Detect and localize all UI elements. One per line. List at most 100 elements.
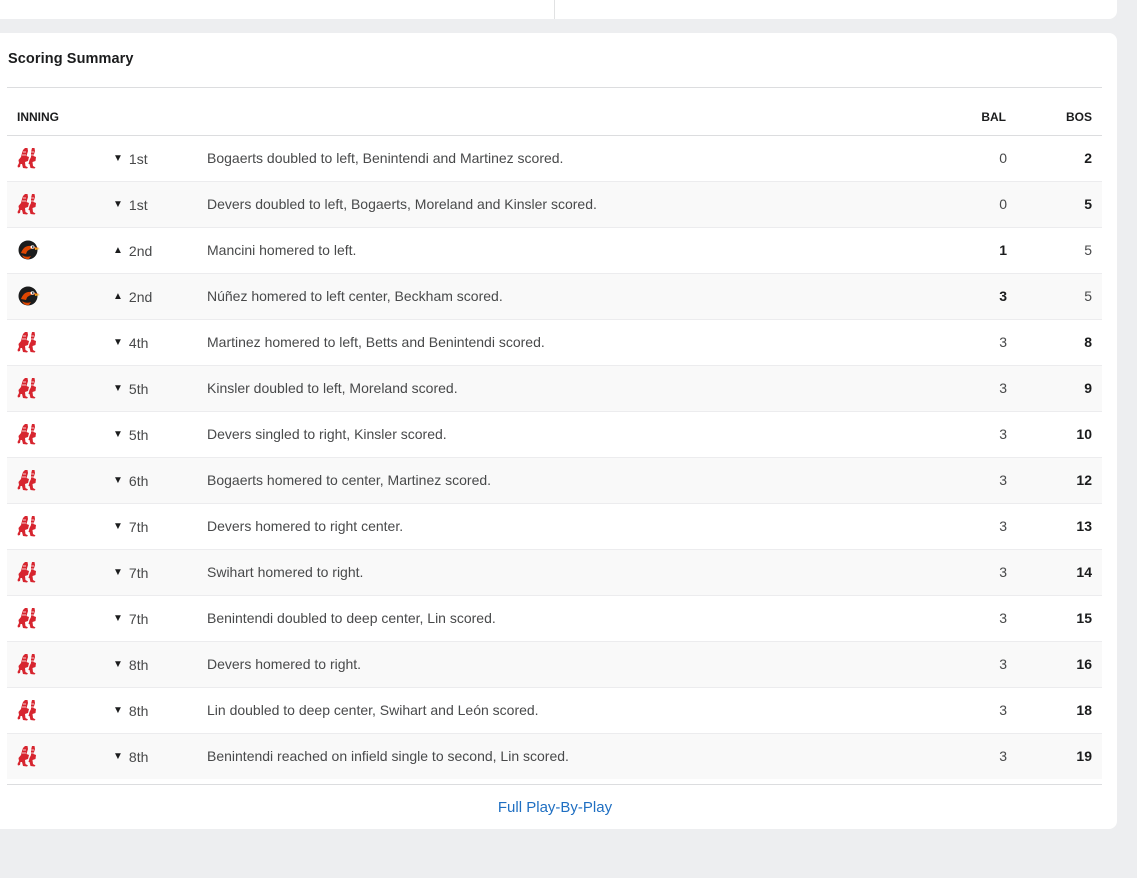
inning-label: 5th: [128, 427, 149, 443]
red-sox-logo-icon: [17, 561, 41, 583]
inning-label: 2nd: [128, 289, 153, 305]
away-score: 3: [999, 702, 1007, 718]
play-description: Benintendi doubled to deep center, Lin s…: [207, 610, 496, 626]
away-score: 3: [999, 748, 1007, 764]
home-score: 8: [1084, 334, 1092, 350]
section-title: Scoring Summary: [8, 51, 134, 67]
inning-label: 8th: [128, 703, 149, 719]
away-score: 3: [999, 472, 1007, 488]
play-description: Mancini homered to left.: [207, 242, 357, 258]
red-sox-logo-icon: [17, 193, 41, 215]
away-score: 3: [999, 564, 1007, 580]
header-inning: INNING: [17, 110, 59, 124]
red-sox-logo-icon: [17, 653, 41, 675]
previous-card: [0, 0, 1117, 19]
away-score: 3: [999, 334, 1007, 350]
inning-label: 1st: [128, 197, 148, 213]
header-away-team: BAL: [981, 110, 1006, 124]
inning-cell: ▼ 1st: [113, 151, 148, 167]
triangle-down-icon: ▼: [113, 199, 123, 210]
footer-divider: [7, 784, 1102, 785]
red-sox-logo-icon: [17, 377, 41, 399]
home-score: 19: [1076, 748, 1092, 764]
table-row: ▼ 1st Devers doubled to left, Bogaerts, Mo…: [7, 182, 1102, 228]
home-score: 5: [1084, 196, 1092, 212]
triangle-down-icon: ▼: [113, 429, 123, 440]
away-score: 3: [999, 518, 1007, 534]
inning-cell: ▼ 4th: [113, 335, 148, 351]
away-score: 3: [999, 426, 1007, 442]
home-score: 16: [1076, 656, 1092, 672]
triangle-down-icon: ▼: [113, 705, 123, 716]
inning-label: 7th: [128, 565, 149, 581]
red-sox-logo-icon: [17, 331, 41, 353]
table-row: ▼ 7th Benintendi doubled to deep center, L…: [7, 596, 1102, 642]
triangle-down-icon: ▼: [113, 659, 123, 670]
red-sox-logo-icon: [17, 607, 41, 629]
play-description: Martinez homered to left, Betts and Beni…: [207, 334, 545, 350]
red-sox-logo-icon: [17, 745, 41, 767]
home-score: 10: [1076, 426, 1092, 442]
table-row: ▼ 4th Martinez homered to left, Betts and …: [7, 320, 1102, 366]
play-description: Devers homered to right center.: [207, 518, 404, 534]
triangle-down-icon: ▼: [113, 521, 123, 532]
home-score: 5: [1084, 288, 1092, 304]
inning-cell: ▼ 8th: [113, 703, 148, 719]
triangle-up-icon: ▲: [113, 291, 123, 302]
inning-cell: ▲ 2nd: [113, 289, 152, 305]
home-score: 9: [1084, 380, 1092, 396]
triangle-down-icon: ▼: [113, 475, 123, 486]
table-row: ▼ 5th Kinsler doubled to left, Moreland sc…: [7, 366, 1102, 412]
table-row: ▼ 5th Devers singled to right, Kinsler sco…: [7, 412, 1102, 458]
play-description: Lin doubled to deep center, Swihart and …: [207, 702, 539, 718]
red-sox-logo-icon: [17, 515, 41, 537]
table-row: ▼ 1st Bogaerts doubled to left, Benintendi…: [7, 136, 1102, 182]
inning-cell: ▼ 5th: [113, 381, 148, 397]
inning-cell: ▼ 8th: [113, 749, 148, 765]
play-description: Benintendi reached on infield single to …: [207, 748, 569, 764]
red-sox-logo-icon: [17, 699, 41, 721]
home-score: 14: [1076, 564, 1092, 580]
inning-label: 7th: [128, 611, 149, 627]
away-score: 3: [999, 380, 1007, 396]
play-description: Swihart homered to right.: [207, 564, 364, 580]
triangle-down-icon: ▼: [113, 613, 123, 624]
away-score: 1: [999, 242, 1007, 258]
play-description: Devers doubled to left, Bogaerts, Morela…: [207, 196, 597, 212]
scoring-table: INNING BAL BOS ▼ 1st Bogaerts doubled to l…: [7, 98, 1102, 779]
inning-label: 5th: [128, 381, 149, 397]
inning-cell: ▼ 7th: [113, 611, 148, 627]
play-description: Núñez homered to left center, Beckham sc…: [207, 288, 503, 304]
red-sox-logo-icon: [17, 469, 41, 491]
table-row: ▼ 8th Benintendi reached on infield single…: [7, 734, 1102, 779]
table-row: ▲ 2nd Mancini homered to left. 1 5: [7, 228, 1102, 274]
inning-label: 4th: [128, 335, 149, 351]
table-row: ▼ 6th Bogaerts homered to center, Martinez…: [7, 458, 1102, 504]
triangle-up-icon: ▲: [113, 245, 123, 256]
away-score: 0: [999, 196, 1007, 212]
inning-cell: ▼ 5th: [113, 427, 148, 443]
play-description: Devers singled to right, Kinsler scored.: [207, 426, 447, 442]
inning-label: 7th: [128, 519, 149, 535]
inning-cell: ▼ 6th: [113, 473, 148, 489]
table-row: ▼ 7th Devers homered to right center. 3 13: [7, 504, 1102, 550]
inning-cell: ▼ 7th: [113, 565, 148, 581]
home-score: 2: [1084, 150, 1092, 166]
inning-label: 8th: [128, 657, 149, 673]
home-score: 18: [1076, 702, 1092, 718]
home-score: 13: [1076, 518, 1092, 534]
triangle-down-icon: ▼: [113, 153, 123, 164]
full-play-by-play-link[interactable]: Full Play-By-Play: [0, 799, 1110, 816]
table-row: ▼ 8th Lin doubled to deep center, Swihart …: [7, 688, 1102, 734]
table-row: ▲ 2nd Núñez homered to left center, Beckha…: [7, 274, 1102, 320]
scoring-summary-card: Scoring Summary INNING BAL BOS ▼ 1st Bogae…: [0, 33, 1117, 829]
play-description: Kinsler doubled to left, Moreland scored…: [207, 380, 458, 396]
home-score: 15: [1076, 610, 1092, 626]
orioles-logo-icon: [17, 239, 41, 261]
table-header: INNING BAL BOS: [7, 98, 1102, 136]
inning-label: 6th: [128, 473, 149, 489]
inning-label: 2nd: [128, 243, 153, 259]
home-score: 12: [1076, 472, 1092, 488]
orioles-logo-icon: [17, 285, 41, 307]
away-score: 3: [999, 656, 1007, 672]
